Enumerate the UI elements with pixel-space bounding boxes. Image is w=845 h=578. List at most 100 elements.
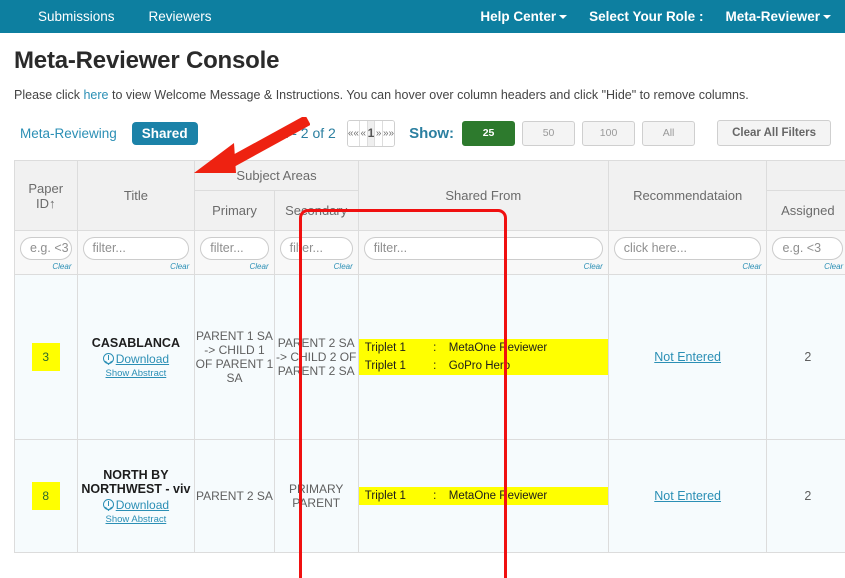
nav-submissions[interactable]: Submissions — [38, 9, 115, 24]
filter-primary[interactable]: filter... — [200, 237, 269, 260]
cell-assigned: 2 — [766, 274, 845, 440]
filter-cell-primary: filter... Clear — [194, 230, 275, 275]
help-center-menu[interactable]: Help Center — [480, 9, 568, 24]
page-size-50[interactable]: 50 — [522, 120, 576, 146]
clear-all-filters-button[interactable]: Clear All Filters — [717, 120, 831, 146]
chevron-down-icon — [823, 15, 831, 20]
chevron-down-icon — [559, 15, 568, 20]
shared-from-separator: : — [433, 360, 437, 372]
tab-shared[interactable]: Shared — [131, 121, 198, 145]
table-toolbar: Meta-Reviewing Shared 1 - 2 of 2 «« « 1 … — [14, 118, 831, 148]
table-body: e.g. <3 Clear filter... Clear filter... … — [14, 230, 845, 553]
paper-title: CASABLANCA — [91, 335, 180, 350]
column-group-review[interactable]: Review — [766, 160, 845, 191]
show-label: Show: — [409, 124, 455, 142]
shared-from-item: Triplet 1 : GoPro Hero — [358, 357, 608, 375]
download-link[interactable]: Download — [78, 352, 195, 366]
shared-from-item: Triplet 1 : MetaOne Reviewer — [358, 487, 608, 505]
download-link[interactable]: Download — [78, 498, 195, 512]
pager-page-1[interactable]: 1 — [367, 120, 376, 146]
cell-assigned: 2 — [766, 439, 845, 553]
filter-assigned[interactable]: e.g. <3 — [772, 237, 844, 260]
column-header-assigned[interactable]: Assigned — [766, 190, 845, 231]
clear-filter-paper-id[interactable]: Clear — [20, 262, 71, 271]
shared-from-triplet: Triplet 1 — [364, 342, 406, 354]
filter-shared-from[interactable]: filter... — [363, 237, 603, 260]
filter-cell-assigned: e.g. <3 Clear — [766, 230, 845, 275]
download-icon — [102, 352, 114, 364]
cell-title: CASABLANCA Download Show Abstract — [76, 274, 196, 440]
cell-secondary-subject-area: PARENT 2 SA -> CHILD 2 OF PARENT 2 SA — [273, 274, 359, 440]
pager-first[interactable]: «« — [347, 120, 360, 146]
column-header-paper-id[interactable]: Paper ID↑ — [14, 160, 78, 231]
column-group-subject-areas[interactable]: Subject Areas — [194, 160, 359, 191]
shared-from-reviewer: GoPro Hero — [448, 360, 511, 372]
recommendation-link[interactable]: Not Entered — [654, 489, 721, 503]
page-size-25[interactable]: 25 — [462, 120, 516, 146]
clear-filter-primary[interactable]: Clear — [200, 262, 269, 271]
column-header-secondary[interactable]: Secondary — [273, 190, 359, 231]
select-your-role-label: Select Your Role : — [589, 9, 704, 24]
shared-from-item: Triplet 1 : MetaOne Reviewer — [358, 339, 608, 357]
instructions-prefix: Please click — [14, 88, 84, 102]
filter-cell-shared-from: filter... Clear — [357, 230, 609, 275]
pager-next[interactable]: » — [375, 120, 383, 146]
shared-from-list: Triplet 1 : MetaOne Reviewer — [358, 487, 608, 505]
submissions-table: Paper ID↑ Title Subject Areas Shared Fro… — [14, 160, 845, 553]
sort-ascending-icon[interactable]: ↑ — [49, 196, 56, 211]
submissions-table-container: Paper ID↑ Title Subject Areas Shared Fro… — [14, 160, 845, 553]
welcome-message-link[interactable]: here — [83, 88, 108, 102]
instructions-suffix: to view Welcome Message & Instructions. … — [108, 88, 749, 102]
page-size-100[interactable]: 100 — [582, 120, 636, 146]
result-count: 1 - 2 of 2 — [280, 125, 336, 141]
shared-from-reviewer: MetaOne Reviewer — [448, 342, 548, 354]
clear-filter-recommendation[interactable]: Clear — [614, 262, 761, 271]
paper-id-badge: 3 — [31, 343, 60, 371]
filter-paper-id[interactable]: e.g. <3 — [20, 237, 72, 260]
column-header-title[interactable]: Title — [76, 160, 196, 231]
cell-primary-subject-area: PARENT 2 SA — [194, 439, 275, 553]
filter-secondary[interactable]: filter... — [279, 237, 353, 260]
cell-shared-from: Triplet 1 : MetaOne Reviewer — [357, 439, 609, 553]
clear-filter-secondary[interactable]: Clear — [280, 262, 353, 271]
shared-from-reviewer: MetaOne Reviewer — [448, 490, 548, 502]
view-tabs: Meta-Reviewing Shared — [14, 121, 198, 145]
column-header-paper-id-label: Paper ID — [28, 180, 64, 211]
column-header-recommendation[interactable]: Recommendataion — [607, 160, 768, 231]
page-size-all[interactable]: All — [642, 120, 696, 146]
cell-secondary-subject-area: PRIMARY PARENT — [273, 439, 359, 553]
clear-filter-title[interactable]: Clear — [83, 262, 189, 271]
download-label: Download — [115, 351, 170, 366]
shared-from-separator: : — [433, 490, 437, 502]
show-abstract-link[interactable]: Show Abstract — [78, 514, 195, 525]
filter-title[interactable]: filter... — [82, 237, 190, 260]
current-role-menu[interactable]: Meta-Reviewer — [725, 9, 831, 24]
recommendation-link[interactable]: Not Entered — [654, 350, 721, 364]
table-header: Paper ID↑ Title Subject Areas Shared Fro… — [14, 160, 845, 231]
clear-filter-shared-from[interactable]: Clear — [364, 262, 603, 271]
table-row: 8 NORTH BY NORTHWEST - viv Download Show… — [14, 439, 845, 553]
column-header-primary[interactable]: Primary — [194, 190, 275, 231]
instructions-text: Please click here to view Welcome Messag… — [14, 88, 831, 102]
filter-cell-title: filter... Clear — [76, 230, 196, 275]
paper-title: NORTH BY NORTHWEST - viv — [81, 467, 191, 496]
page-size-buttons: 25 50 100 All — [462, 120, 696, 146]
cell-shared-from: Triplet 1 : MetaOne Reviewer Triplet 1 :… — [357, 274, 609, 440]
pager-prev[interactable]: « — [359, 120, 368, 146]
pager-last[interactable]: »» — [382, 120, 395, 146]
tab-meta-reviewing[interactable]: Meta-Reviewing — [14, 122, 123, 145]
top-navigation-bar: Submissions Reviewers Help Center Select… — [0, 0, 845, 33]
cell-recommendation: Not Entered — [607, 274, 768, 440]
nav-reviewers[interactable]: Reviewers — [149, 9, 212, 24]
current-role-label: Meta-Reviewer — [725, 9, 820, 24]
shared-from-list: Triplet 1 : MetaOne Reviewer Triplet 1 :… — [358, 339, 608, 375]
page-container: Meta-Reviewer Console Please click here … — [0, 47, 845, 578]
show-abstract-link[interactable]: Show Abstract — [78, 368, 195, 379]
shared-from-separator: : — [433, 342, 437, 354]
filter-recommendation[interactable]: click here... — [613, 237, 762, 260]
download-label: Download — [115, 497, 170, 512]
clear-filter-assigned[interactable]: Clear — [772, 262, 843, 271]
column-header-shared-from[interactable]: Shared From — [357, 160, 609, 231]
page-title: Meta-Reviewer Console — [14, 47, 280, 74]
shared-from-triplet: Triplet 1 — [364, 360, 406, 372]
